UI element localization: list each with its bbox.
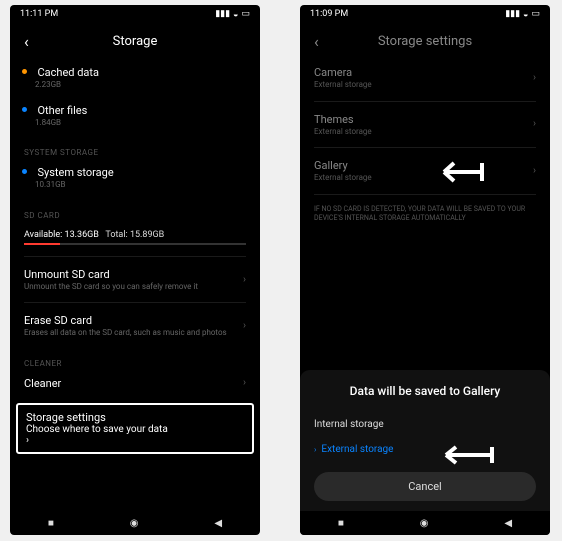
sublabel: Erases all data on the SD card, such as … bbox=[24, 328, 246, 338]
chevron-right-icon: › bbox=[243, 378, 246, 389]
header: ‹ Storage bbox=[10, 23, 260, 59]
divider bbox=[24, 256, 246, 257]
option-external-storage[interactable]: › External storage bbox=[314, 437, 536, 462]
option-label: Internal storage bbox=[314, 419, 384, 430]
cancel-label: Cancel bbox=[408, 480, 441, 493]
phone-left: 11:11 PM ▮▮▮ ◒ ▭ ‹ Storage Cached data 2… bbox=[10, 5, 260, 535]
page-title: Storage bbox=[10, 34, 260, 49]
available-label: Available: bbox=[24, 230, 62, 240]
nav-home-icon[interactable]: ◉ bbox=[420, 518, 429, 529]
sublabel: Choose where to save your data bbox=[26, 424, 244, 435]
row-system-storage[interactable]: System storage 10.31GB bbox=[24, 159, 246, 197]
total-label: Total: bbox=[105, 230, 127, 240]
cancel-button[interactable]: Cancel bbox=[314, 472, 536, 501]
label: Erase SD card bbox=[24, 314, 246, 327]
row-sd-info: Available: 13.36GB Total: 15.89GB bbox=[24, 222, 246, 252]
sublabel: Unmount the SD card so you can safely re… bbox=[24, 282, 246, 292]
back-icon[interactable]: ‹ bbox=[24, 32, 29, 51]
chevron-right-icon: › bbox=[243, 321, 246, 332]
section-cleaner: CLEANER bbox=[24, 359, 246, 368]
nav-bar: ■ ◉ ◀ bbox=[10, 511, 260, 535]
total-value: 15.89GB bbox=[130, 230, 164, 240]
status-time: 11:11 PM bbox=[20, 9, 58, 19]
row-cached-data[interactable]: Cached data 2.23GB bbox=[24, 59, 246, 97]
check-icon: › bbox=[314, 445, 316, 454]
status-icons: ▮▮▮ ◒ ▭ bbox=[215, 9, 250, 20]
row-other-files[interactable]: Other files 1.84GB bbox=[24, 97, 246, 135]
section-system-storage: SYSTEM STORAGE bbox=[24, 148, 246, 157]
status-bar: 11:11 PM ▮▮▮ ◒ ▭ bbox=[10, 5, 260, 23]
chevron-right-icon: › bbox=[26, 435, 29, 446]
label: Cached data bbox=[37, 66, 99, 79]
option-internal-storage[interactable]: Internal storage bbox=[314, 412, 536, 437]
battery-icon: ▭ bbox=[241, 9, 250, 19]
option-label: External storage bbox=[321, 444, 393, 455]
phone-right: 11:09 PM ▮▮▮ ◒ ▭ ‹ Storage settings Came… bbox=[300, 5, 550, 535]
section-sd-card: SD CARD bbox=[24, 211, 246, 220]
content: Cached data 2.23GB Other files 1.84GB SY… bbox=[10, 59, 260, 511]
storage-bar bbox=[24, 243, 246, 245]
sublabel: 1.84GB bbox=[35, 118, 246, 128]
wifi-icon: ◒ bbox=[233, 9, 238, 20]
save-location-modal: Data will be saved to Gallery Internal s… bbox=[300, 370, 550, 511]
row-cleaner[interactable]: Cleaner › bbox=[24, 370, 246, 397]
row-unmount-sd[interactable]: Unmount SD card Unmount the SD card so y… bbox=[24, 261, 246, 299]
label: System storage bbox=[37, 166, 113, 179]
dot-icon bbox=[22, 107, 27, 112]
storage-bar-used bbox=[24, 243, 60, 245]
available-value: 13.36GB bbox=[65, 230, 99, 240]
dot-icon bbox=[22, 69, 27, 74]
nav-back-icon[interactable]: ◀ bbox=[504, 518, 512, 529]
label: Unmount SD card bbox=[24, 268, 246, 281]
nav-recent-icon[interactable]: ■ bbox=[48, 518, 54, 529]
label: Cleaner bbox=[24, 377, 246, 390]
divider bbox=[24, 302, 246, 303]
nav-bar: ■ ◉ ◀ bbox=[300, 511, 550, 535]
nav-back-icon[interactable]: ◀ bbox=[214, 518, 222, 529]
sublabel: 2.23GB bbox=[35, 80, 246, 90]
modal-title: Data will be saved to Gallery bbox=[314, 384, 536, 398]
label: Storage settings bbox=[26, 411, 244, 424]
row-storage-settings-highlighted[interactable]: Storage settings Choose where to save yo… bbox=[16, 403, 254, 454]
label: Other files bbox=[37, 104, 87, 117]
signal-icon: ▮▮▮ bbox=[215, 9, 230, 19]
sublabel: 10.31GB bbox=[35, 180, 246, 190]
row-erase-sd[interactable]: Erase SD card Erases all data on the SD … bbox=[24, 307, 246, 345]
nav-home-icon[interactable]: ◉ bbox=[130, 518, 139, 529]
dot-icon bbox=[22, 169, 27, 174]
chevron-right-icon: › bbox=[243, 274, 246, 285]
nav-recent-icon[interactable]: ■ bbox=[338, 518, 344, 529]
